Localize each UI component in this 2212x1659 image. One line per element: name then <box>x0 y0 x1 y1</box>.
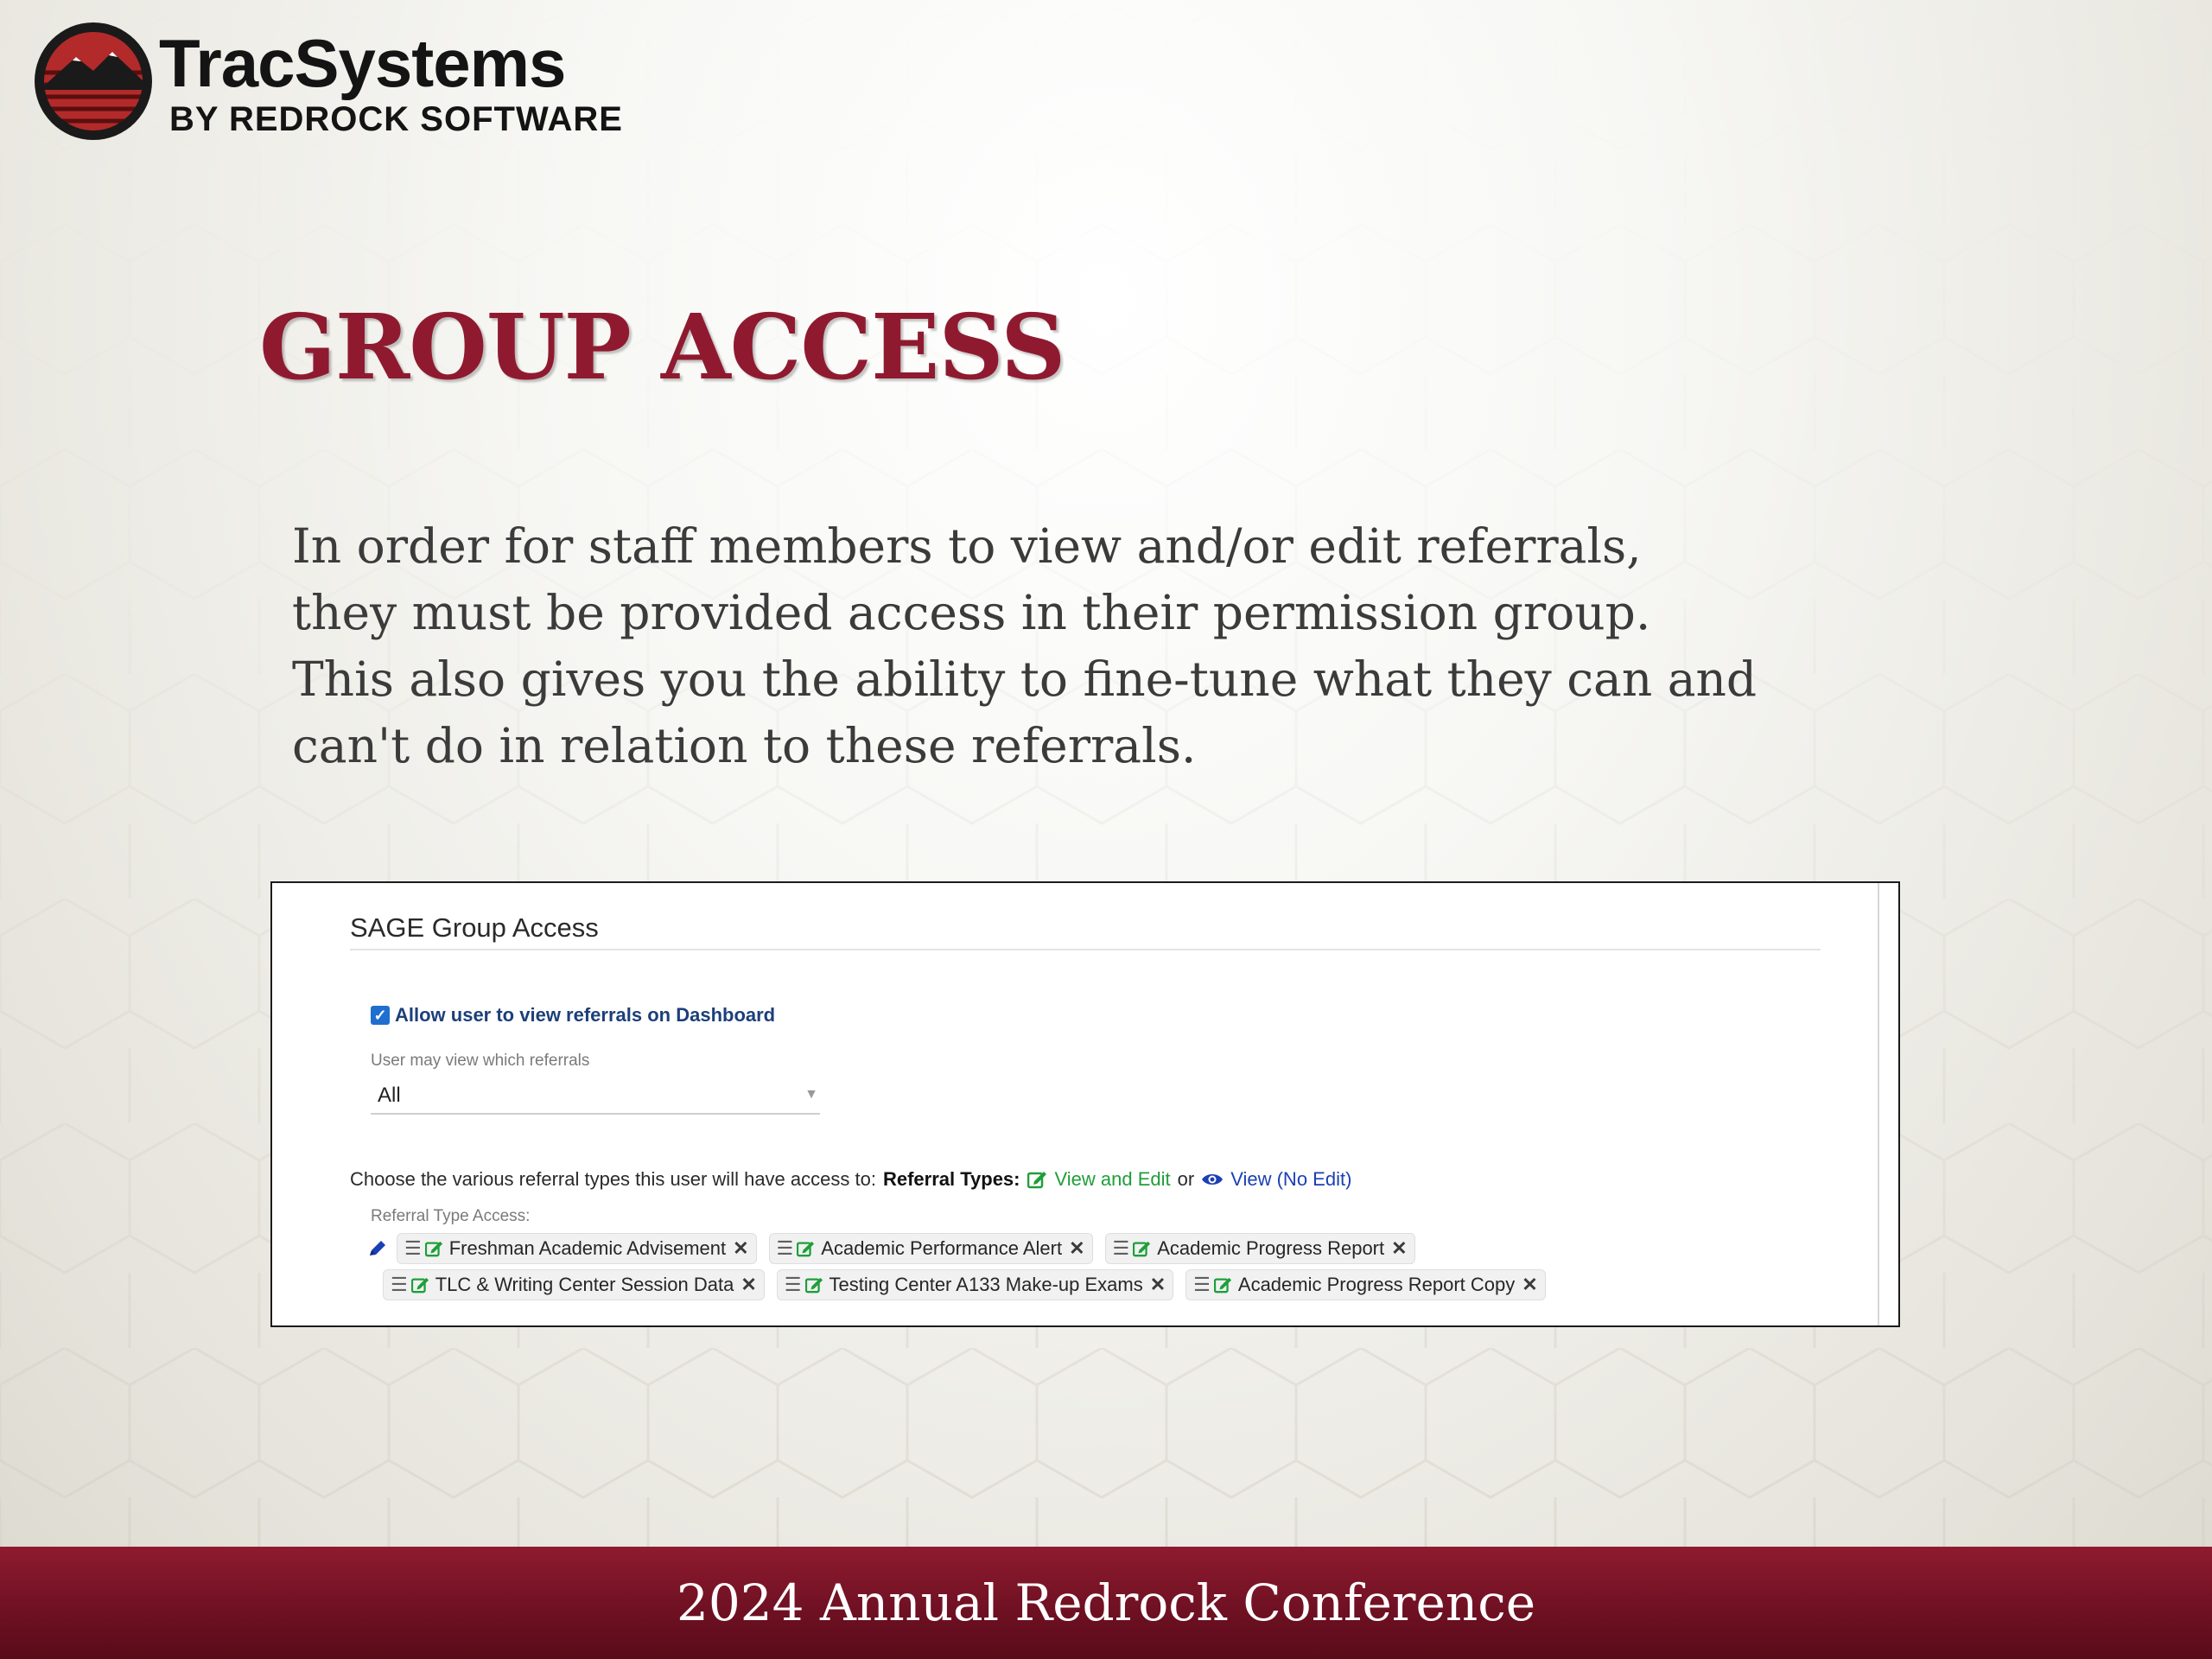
drag-handle-icon[interactable]: ☰ <box>777 1237 794 1260</box>
drag-handle-icon[interactable]: ☰ <box>391 1274 408 1296</box>
chip-label: Freshman Academic Advisement <box>448 1237 727 1259</box>
drag-handle-icon[interactable]: ☰ <box>404 1237 422 1260</box>
referral-view-select-value[interactable]: All <box>378 1084 401 1108</box>
eye-icon <box>1202 1174 1224 1185</box>
referral-type-chip[interactable]: ☰ TLC & Writing Center Session Data ✕ <box>383 1269 765 1300</box>
drag-handle-icon[interactable]: ☰ <box>1193 1274 1211 1296</box>
remove-icon[interactable]: ✕ <box>1522 1274 1537 1296</box>
drag-handle-icon[interactable]: ☰ <box>785 1274 802 1296</box>
chip-label: TLC & Writing Center Session Data <box>435 1274 734 1295</box>
referral-type-chip[interactable]: ☰ Academic Progress Report Copy ✕ <box>1185 1269 1546 1300</box>
body-line: This also gives you the ability to fine-… <box>292 652 1758 707</box>
edit-icon <box>804 1277 823 1294</box>
slide-body: In order for staff members to view and/o… <box>292 513 1847 779</box>
tracsystems-logo[interactable]: TracSystems BY REDROCK SOFTWARE <box>33 21 672 142</box>
panel-divider <box>350 949 1821 950</box>
referral-types-instructions: Choose the various referral types this u… <box>350 1168 1352 1190</box>
dashboard-checkbox-row[interactable]: ✓ Allow user to view referrals on Dashbo… <box>371 1004 775 1027</box>
view-no-edit-legend: View (No Edit) <box>1230 1168 1352 1190</box>
slide-title: GROUP ACCESS <box>259 294 1065 400</box>
edit-icon <box>410 1277 429 1294</box>
caret-down-icon[interactable]: ▼ <box>804 1087 818 1103</box>
remove-icon[interactable]: ✕ <box>1391 1237 1407 1260</box>
view-and-edit-legend: View and Edit <box>1054 1168 1171 1190</box>
body-line: can't do in relation to these referrals. <box>292 718 1197 773</box>
referral-view-select-caption: User may view which referrals <box>371 1052 590 1070</box>
body-line: they must be provided access in their pe… <box>292 585 1651 640</box>
conference-footer: 2024 Annual Redrock Conference <box>0 1547 2212 1659</box>
referral-type-chip[interactable]: ☰ Academic Performance Alert ✕ <box>768 1233 1093 1264</box>
remove-icon[interactable]: ✕ <box>733 1237 748 1260</box>
chip-row: ☰ Freshman Academic Advisement ✕ ☰ Acade… <box>367 1230 1836 1267</box>
drag-handle-icon[interactable]: ☰ <box>1113 1237 1130 1260</box>
referral-type-chips: ☰ Freshman Academic Advisement ✕ ☰ Acade… <box>367 1230 1836 1303</box>
mountain-sun-badge-icon <box>35 22 152 140</box>
body-line: In order for staff members to view and/o… <box>292 518 1642 574</box>
remove-icon[interactable]: ✕ <box>1150 1274 1166 1296</box>
referral-type-chip[interactable]: ☰ Testing Center A133 Make-up Exams ✕ <box>776 1269 1174 1300</box>
chip-label: Academic Progress Report Copy <box>1237 1274 1516 1295</box>
edit-icon <box>1213 1277 1231 1294</box>
chip-label: Academic Progress Report <box>1157 1237 1385 1259</box>
edit-icon <box>797 1241 815 1257</box>
referral-view-select[interactable]: All ▼ <box>371 1075 820 1115</box>
edit-icon <box>1027 1172 1046 1189</box>
logo-subtitle: BY REDROCK SOFTWARE <box>169 100 623 138</box>
chip-row: ☰ TLC & Writing Center Session Data ✕ ☰ … <box>383 1267 1836 1303</box>
referral-type-chip[interactable]: ☰ Freshman Academic Advisement ✕ <box>397 1233 757 1264</box>
edit-icon <box>424 1241 442 1257</box>
or-text: or <box>1177 1168 1195 1190</box>
referral-types-label: Referral Types <box>882 1168 1014 1190</box>
panel-scroll-edge <box>1878 883 1879 1325</box>
remove-icon[interactable]: ✕ <box>741 1274 756 1296</box>
choose-text: Choose the various referral types this u… <box>350 1168 876 1190</box>
referral-type-chip[interactable]: ☰ Academic Progress Report ✕ <box>1104 1233 1415 1264</box>
pencil-icon[interactable] <box>367 1238 388 1259</box>
referral-type-access-caption: Referral Type Access: <box>371 1207 531 1225</box>
group-access-screenshot: SAGE Group Access ✓ Allow user to view r… <box>270 881 1900 1327</box>
remove-icon[interactable]: ✕ <box>1069 1237 1084 1260</box>
panel-title: SAGE Group Access <box>350 912 599 943</box>
chip-label: Testing Center A133 Make-up Exams <box>829 1274 1143 1295</box>
dashboard-checkbox[interactable]: ✓ <box>371 1006 390 1025</box>
chip-label: Academic Performance Alert <box>821 1237 1063 1259</box>
edit-icon <box>1133 1241 1151 1257</box>
footer-text: 2024 Annual Redrock Conference <box>676 1573 1536 1632</box>
logo-title: TracSystems <box>159 25 566 101</box>
dashboard-checkbox-label[interactable]: Allow user to view referrals on Dashboar… <box>395 1004 775 1027</box>
